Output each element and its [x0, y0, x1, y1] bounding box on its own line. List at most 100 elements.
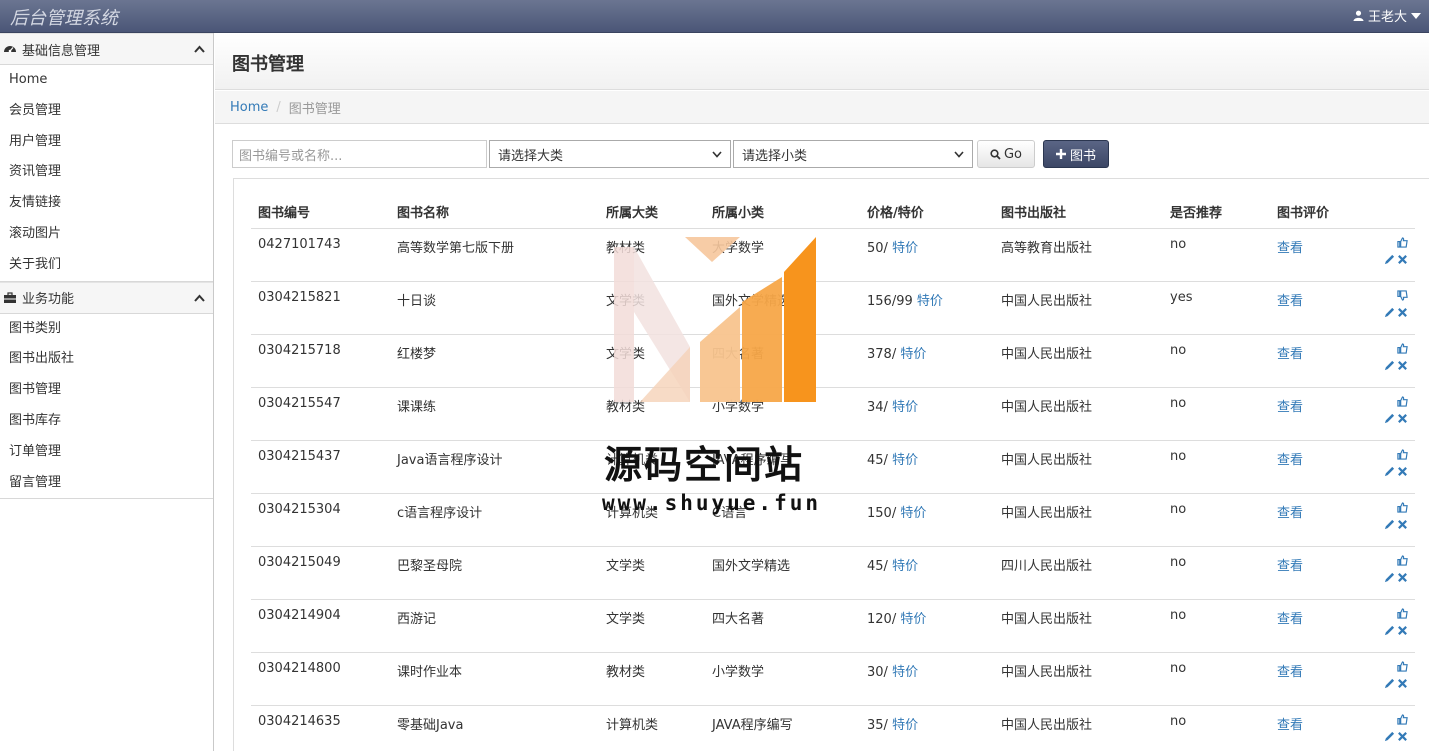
review-link[interactable]: 查看	[1277, 400, 1303, 415]
review-link[interactable]: 查看	[1277, 665, 1303, 680]
sidebar-group-business-items: 图书类别 图书出版社 图书管理 图书库存 订单管理 留言管理	[0, 314, 213, 500]
big-category-select[interactable]: 请选择大类	[489, 140, 731, 168]
table-header-row: 图书编号 图书名称 所属大类 所属小类 价格/特价 图书出版社 是否推荐 图书评…	[251, 196, 1415, 229]
table-row: 0304214635 零基础Java 计算机类 JAVA程序编写 35/ 特价 中国人民出…	[251, 705, 1415, 751]
special-price-link[interactable]: 特价	[900, 506, 926, 521]
sidebar-item-members[interactable]: 会员管理	[0, 96, 213, 127]
review-link[interactable]: 查看	[1277, 612, 1303, 627]
special-price-link[interactable]: 特价	[900, 347, 926, 362]
delete-icon[interactable]	[1397, 572, 1408, 583]
special-price-link[interactable]: 特价	[892, 241, 918, 256]
thumbs-up-icon[interactable]	[1397, 395, 1408, 407]
review-link[interactable]: 查看	[1277, 347, 1303, 362]
review-link[interactable]: 查看	[1277, 241, 1303, 256]
sidebar-item-users[interactable]: 用户管理	[0, 127, 213, 158]
add-book-button[interactable]: 图书	[1043, 140, 1109, 168]
review-link[interactable]: 查看	[1277, 559, 1303, 574]
review-link[interactable]: 查看	[1277, 506, 1303, 521]
briefcase-icon	[4, 291, 16, 303]
cell-book-id: 0304215547	[251, 387, 390, 441]
delete-icon[interactable]	[1397, 625, 1408, 636]
search-input[interactable]: 图书编号或名称...	[232, 140, 487, 168]
sidebar-item-stock[interactable]: 图书库存	[0, 406, 213, 437]
thumbs-up-icon[interactable]	[1397, 501, 1408, 513]
special-price-link[interactable]: 特价	[892, 400, 918, 415]
thumbs-up-icon[interactable]	[1397, 236, 1408, 248]
thumbs-up-icon[interactable]	[1397, 342, 1408, 354]
cell-actions	[1362, 599, 1415, 653]
sidebar-item-publisher[interactable]: 图书出版社	[0, 344, 213, 375]
sidebar-item-book-category[interactable]: 图书类别	[0, 314, 213, 345]
pencil-icon[interactable]	[1384, 678, 1395, 689]
review-link[interactable]: 查看	[1277, 294, 1303, 309]
row-actions	[1369, 342, 1408, 371]
delete-icon[interactable]	[1397, 307, 1408, 318]
special-price-link[interactable]: 特价	[900, 612, 926, 627]
thumbs-up-icon[interactable]	[1397, 660, 1408, 672]
sidebar-item-messages[interactable]: 留言管理	[0, 468, 213, 499]
watermark-url: www.shuyue.fun	[602, 491, 822, 515]
cell-big-category: 教材类	[599, 652, 705, 706]
sidebar-group-label: 基础信息管理	[22, 43, 101, 59]
thumbs-up-icon[interactable]	[1397, 713, 1408, 725]
table-row: 0304214800 课时作业本 教材类 小学数学 30/ 特价 中国人民出版社 no 查看	[251, 652, 1415, 706]
special-price-link[interactable]: 特价	[917, 294, 943, 309]
breadcrumb-home-link[interactable]: Home	[230, 100, 268, 115]
price-value: 45/	[867, 558, 888, 574]
sidebar-group-basic[interactable]: 基础信息管理	[0, 33, 213, 65]
app-brand[interactable]: 后台管理系统	[10, 4, 118, 30]
column-header-actions	[1362, 196, 1415, 229]
special-price-link[interactable]: 特价	[892, 453, 918, 468]
sidebar-group-label: 业务功能	[22, 292, 75, 308]
thumbs-up-icon[interactable]	[1397, 448, 1408, 460]
cell-actions	[1362, 493, 1415, 547]
pencil-icon[interactable]	[1384, 625, 1395, 636]
delete-icon[interactable]	[1397, 466, 1408, 477]
sidebar-group-business[interactable]: 业务功能	[0, 281, 213, 314]
delete-icon[interactable]	[1397, 413, 1408, 424]
review-link[interactable]: 查看	[1277, 453, 1303, 468]
cell-book-id: 0304215304	[251, 493, 390, 547]
sidebar-item-news[interactable]: 资讯管理	[0, 157, 213, 188]
pencil-icon[interactable]	[1384, 307, 1395, 318]
review-link[interactable]: 查看	[1277, 718, 1303, 733]
sidebar-item-book-manage[interactable]: 图书管理	[0, 375, 213, 406]
pencil-icon[interactable]	[1384, 466, 1395, 477]
sidebar-item-about[interactable]: 关于我们	[0, 250, 213, 281]
go-button[interactable]: Go	[977, 140, 1035, 168]
column-header: 图书评价	[1270, 196, 1362, 229]
special-price-link[interactable]: 特价	[892, 665, 918, 680]
small-category-select[interactable]: 请选择小类	[733, 140, 973, 168]
book-table-panel: 图书编号 图书名称 所属大类 所属小类 价格/特价 图书出版社 是否推荐 图书评…	[233, 178, 1429, 751]
cell-price: 378/ 特价	[860, 334, 994, 388]
sidebar-item-links[interactable]: 友情链接	[0, 188, 213, 219]
sidebar-item-slides[interactable]: 滚动图片	[0, 219, 213, 250]
cell-big-category: 教材类	[599, 228, 705, 282]
sidebar-item-home[interactable]: Home	[0, 65, 213, 96]
pencil-icon[interactable]	[1384, 413, 1395, 424]
thumbs-up-icon[interactable]	[1397, 554, 1408, 566]
delete-icon[interactable]	[1397, 678, 1408, 689]
delete-icon[interactable]	[1397, 731, 1408, 742]
row-actions	[1369, 289, 1408, 318]
thumbs-down-icon[interactable]	[1397, 289, 1408, 301]
thumbs-up-icon[interactable]	[1397, 607, 1408, 619]
special-price-link[interactable]: 特价	[892, 559, 918, 574]
plus-icon	[1055, 149, 1066, 159]
pencil-icon[interactable]	[1384, 254, 1395, 265]
delete-icon[interactable]	[1397, 519, 1408, 530]
user-menu[interactable]: 王老大	[1353, 6, 1421, 25]
recommend-action	[1397, 713, 1408, 725]
pencil-icon[interactable]	[1384, 731, 1395, 742]
cell-review: 查看	[1270, 546, 1362, 600]
delete-icon[interactable]	[1397, 254, 1408, 265]
price-value: 30/	[867, 664, 888, 680]
cell-small-category: 小学数学	[705, 652, 860, 706]
cell-publisher: 中国人民出版社	[994, 281, 1163, 335]
delete-icon[interactable]	[1397, 360, 1408, 371]
special-price-link[interactable]: 特价	[892, 718, 918, 733]
pencil-icon[interactable]	[1384, 519, 1395, 530]
sidebar-item-orders[interactable]: 订单管理	[0, 437, 213, 468]
pencil-icon[interactable]	[1384, 360, 1395, 371]
pencil-icon[interactable]	[1384, 572, 1395, 583]
